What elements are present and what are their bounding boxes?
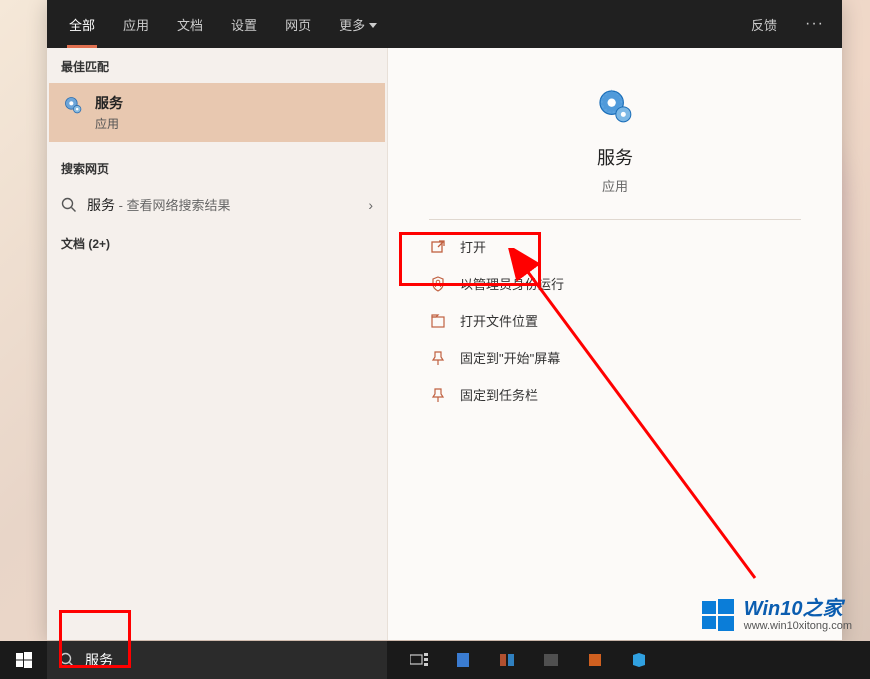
- more-options-button[interactable]: ···: [795, 10, 834, 38]
- results-left-column: 最佳匹配 服务 应用 搜索网页: [47, 48, 387, 640]
- pin-taskbar-icon: [430, 387, 446, 403]
- app-type: 应用: [602, 176, 628, 195]
- action-pin-taskbar[interactable]: 固定到任务栏: [420, 376, 842, 413]
- search-panel-body: 最佳匹配 服务 应用 搜索网页: [47, 48, 842, 640]
- taskbar: [0, 641, 870, 679]
- open-icon: [430, 239, 446, 255]
- search-results-panel: 全部 应用 文档 设置 网页 更多 反馈 ··· 最佳匹配 服: [47, 0, 842, 640]
- details-right-column: 服务 应用 打开 以管理员身份运行 打开文件位置 固: [387, 48, 842, 640]
- app-title: 服务: [597, 144, 633, 170]
- search-icon: [59, 652, 75, 668]
- windows-logo-icon: [16, 652, 32, 668]
- app-icon: [630, 651, 648, 669]
- tab-more-label: 更多: [339, 15, 365, 34]
- tab-all[interactable]: 全部: [55, 1, 109, 48]
- action-open[interactable]: 打开: [420, 228, 842, 265]
- tab-web[interactable]: 网页: [271, 1, 325, 48]
- taskbar-app-4[interactable]: [573, 641, 617, 679]
- action-list: 打开 以管理员身份运行 打开文件位置 固定到"开始"屏幕 固定到任务栏: [388, 228, 842, 413]
- web-search-item[interactable]: 服务 - 查看网络搜索结果 ›: [47, 185, 387, 225]
- taskbar-search-input[interactable]: [85, 652, 375, 668]
- action-pin-start-label: 固定到"开始"屏幕: [460, 348, 560, 367]
- action-pin-taskbar-label: 固定到任务栏: [460, 385, 538, 404]
- watermark: Win10之家 www.win10xitong.com: [700, 597, 852, 633]
- action-run-admin[interactable]: 以管理员身份运行: [420, 265, 842, 302]
- location-icon: [430, 313, 446, 329]
- taskbar-app-3[interactable]: [529, 641, 573, 679]
- services-app-icon: [595, 86, 635, 126]
- services-icon: [63, 95, 83, 115]
- taskbar-search-box[interactable]: [47, 641, 387, 679]
- taskbar-app-1[interactable]: [441, 641, 485, 679]
- tab-documents[interactable]: 文档: [163, 1, 217, 48]
- app-icon: [586, 651, 604, 669]
- action-pin-start[interactable]: 固定到"开始"屏幕: [420, 339, 842, 376]
- feedback-link[interactable]: 反馈: [741, 5, 787, 44]
- action-open-label: 打开: [460, 237, 486, 256]
- app-icon: [542, 651, 560, 669]
- app-icon: [454, 651, 472, 669]
- best-match-label: 最佳匹配: [47, 48, 387, 83]
- search-web-label: 搜索网页: [47, 150, 387, 185]
- action-open-location[interactable]: 打开文件位置: [420, 302, 842, 339]
- tab-settings[interactable]: 设置: [217, 1, 271, 48]
- web-search-text: 服务 - 查看网络搜索结果: [87, 195, 358, 215]
- tab-apps[interactable]: 应用: [109, 1, 163, 48]
- documents-label[interactable]: 文档 (2+): [47, 225, 387, 260]
- task-view-button[interactable]: [397, 641, 441, 679]
- pin-start-icon: [430, 350, 446, 366]
- search-icon: [61, 197, 77, 213]
- win10-logo-icon: [700, 597, 736, 633]
- watermark-url: www.win10xitong.com: [744, 620, 852, 632]
- chevron-down-icon: [369, 23, 377, 28]
- best-match-subtitle: 应用: [95, 115, 123, 132]
- tab-more[interactable]: 更多: [325, 1, 391, 48]
- taskbar-app-5[interactable]: [617, 641, 661, 679]
- chevron-right-icon: ›: [368, 197, 373, 213]
- best-match-title: 服务: [95, 93, 123, 113]
- action-run-admin-label: 以管理员身份运行: [460, 274, 564, 293]
- admin-icon: [430, 276, 446, 292]
- task-view-icon: [410, 653, 428, 667]
- taskbar-icons: [397, 641, 661, 679]
- app-icon: [498, 651, 516, 669]
- divider: [429, 219, 801, 220]
- watermark-title: Win10之家: [744, 598, 852, 620]
- taskbar-app-2[interactable]: [485, 641, 529, 679]
- search-tabs-bar: 全部 应用 文档 设置 网页 更多 反馈 ···: [47, 0, 842, 48]
- start-button[interactable]: [0, 641, 47, 679]
- best-match-item[interactable]: 服务 应用: [49, 83, 385, 142]
- action-open-location-label: 打开文件位置: [460, 311, 538, 330]
